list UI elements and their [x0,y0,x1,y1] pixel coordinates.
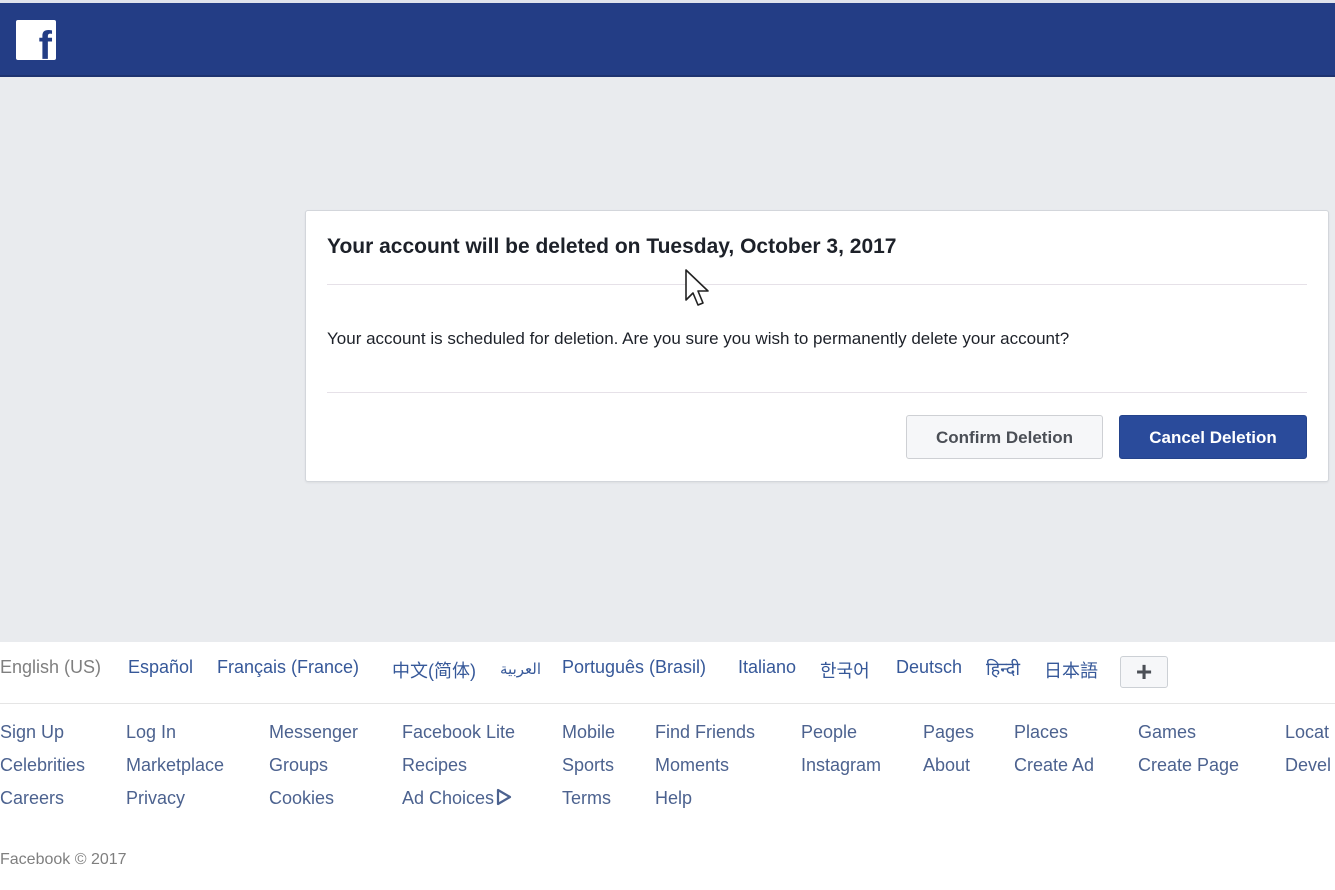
footer-link-log-in[interactable]: Log In [126,722,176,743]
dialog-message: Your account is scheduled for deletion. … [327,329,1070,348]
footer-link-locations[interactable]: Locat [1285,722,1329,743]
footer-link-privacy[interactable]: Privacy [126,788,185,809]
footer-link-about[interactable]: About [923,755,970,776]
footer-link-sports[interactable]: Sports [562,755,614,776]
footer-link-places[interactable]: Places [1014,722,1068,743]
footer-links: Sign Up Celebrities Careers Log In Marke… [0,722,1335,832]
footer-link-people[interactable]: People [801,722,857,743]
facebook-logo-glyph: f [38,24,52,60]
language-link-portugues-brasil[interactable]: Português (Brasil) [562,657,706,678]
footer-link-create-ad[interactable]: Create Ad [1014,755,1094,776]
footer-link-games[interactable]: Games [1138,722,1196,743]
confirm-deletion-button[interactable]: Confirm Deletion [906,415,1103,459]
footer-link-developers[interactable]: Devel [1285,755,1331,776]
language-link-deutsch[interactable]: Deutsch [896,657,962,678]
footer-link-recipes[interactable]: Recipes [402,755,467,776]
footer-link-messenger[interactable]: Messenger [269,722,358,743]
copyright-text: Facebook © 2017 [0,851,127,868]
footer-link-careers[interactable]: Careers [0,788,64,809]
top-navigation-bar: f [0,3,1335,77]
footer-link-pages[interactable]: Pages [923,722,974,743]
language-link-korean[interactable]: 한국어 [820,657,870,683]
footer-link-instagram[interactable]: Instagram [801,755,881,776]
cancel-deletion-button[interactable]: Cancel Deletion [1119,415,1307,459]
footer-link-moments[interactable]: Moments [655,755,729,776]
dialog-title: Your account will be deleted on Tuesday,… [327,235,897,258]
footer-link-help[interactable]: Help [655,788,692,809]
footer-link-facebook-lite[interactable]: Facebook Lite [402,722,515,743]
language-link-chinese-simplified[interactable]: 中文(简体) [392,657,476,683]
account-deletion-dialog: Your account will be deleted on Tuesday,… [305,210,1329,482]
language-link-hindi[interactable]: हिन्दी [986,657,1020,681]
ad-choices-icon [496,788,512,806]
page-footer: English (US) Español Français (France) 中… [0,642,1335,890]
footer-link-groups[interactable]: Groups [269,755,328,776]
language-link-italiano[interactable]: Italiano [738,657,796,678]
footer-link-celebrities[interactable]: Celebrities [0,755,85,776]
footer-link-ad-choices[interactable]: Ad Choices [402,788,513,809]
language-link-arabic[interactable]: العربية [500,660,541,678]
ad-choices-label: Ad Choices [402,788,495,808]
footer-divider [0,703,1335,704]
footer-link-mobile[interactable]: Mobile [562,722,615,743]
footer-link-sign-up[interactable]: Sign Up [0,722,64,743]
footer-link-find-friends[interactable]: Find Friends [655,722,755,743]
language-link-japanese[interactable]: 日本語 [1044,657,1098,683]
footer-link-create-page[interactable]: Create Page [1138,755,1239,776]
language-link-espanol[interactable]: Español [128,657,193,678]
footer-link-marketplace[interactable]: Marketplace [126,755,224,776]
footer-link-terms[interactable]: Terms [562,788,611,809]
mouse-pointer-icon [685,269,709,306]
language-link-francais[interactable]: Français (France) [217,657,359,678]
language-link-english-us[interactable]: English (US) [0,657,101,678]
dialog-divider-top [327,284,1307,285]
facebook-logo-icon[interactable]: f [16,20,56,60]
more-languages-button[interactable]: + [1120,656,1168,688]
footer-link-cookies[interactable]: Cookies [269,788,334,809]
dialog-divider-bottom [327,392,1307,393]
